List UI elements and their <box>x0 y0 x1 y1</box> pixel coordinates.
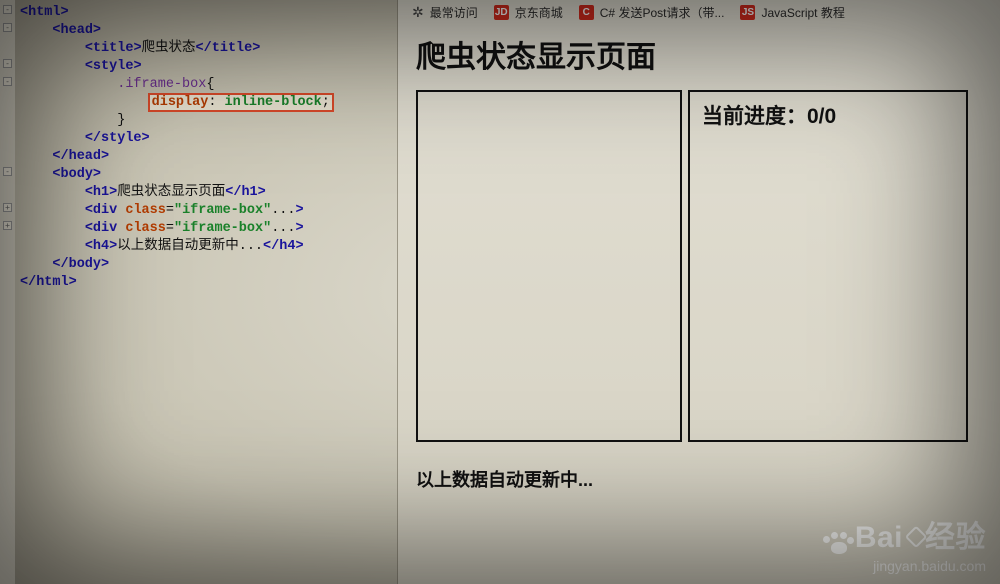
rendered-page-pane: ✲ 最常访问 JD 京东商城 C C# 发送Post请求（带... JS Jav… <box>398 0 1000 584</box>
title-text: 爬虫状态 <box>142 41 196 56</box>
most-visited-link[interactable]: 最常访问 <box>430 4 478 21</box>
bookmark-icon-js[interactable]: JS <box>740 5 755 20</box>
page-title: 爬虫状态显示页面 <box>416 32 982 76</box>
fold-marker[interactable]: + <box>3 203 12 212</box>
gear-icon[interactable]: ✲ <box>412 4 424 21</box>
fold-marker[interactable]: - <box>3 77 12 86</box>
fold-marker[interactable]: - <box>3 167 12 176</box>
bookmark-link[interactable]: JavaScript 教程 <box>761 4 844 21</box>
bookmarks-bar: ✲ 最常访问 JD 京东商城 C C# 发送Post请求（带... JS Jav… <box>398 0 1000 22</box>
bookmark-link[interactable]: C# 发送Post请求（带... <box>600 4 725 21</box>
progress-label: 当前进度： <box>702 105 807 128</box>
code-editor-pane: - - - - - + + <html> <head> <title>爬虫状态<… <box>0 0 398 584</box>
iframe-box-1 <box>416 90 682 442</box>
highlighted-css-line: display: inline-block; <box>150 95 332 110</box>
progress-value: 0/0 <box>807 105 836 128</box>
source-code[interactable]: <html> <head> <title>爬虫状态</title> <style… <box>2 4 397 292</box>
fold-marker[interactable]: - <box>3 23 12 32</box>
fold-marker[interactable]: - <box>3 5 12 14</box>
editor-gutter: - - - - - + + <box>0 0 15 584</box>
bookmark-link[interactable]: 京东商城 <box>515 4 563 21</box>
h4-text: 以上数据自动更新中... <box>117 239 263 254</box>
h1-text: 爬虫状态显示页面 <box>117 185 225 200</box>
page-content: 爬虫状态显示页面 当前进度：0/0 以上数据自动更新中... <box>398 22 1000 584</box>
bookmark-icon-jd[interactable]: JD <box>494 5 509 20</box>
update-text: 以上数据自动更新中... <box>416 466 982 492</box>
bookmark-icon-c[interactable]: C <box>579 5 594 20</box>
iframe-box-2: 当前进度：0/0 <box>688 90 968 442</box>
fold-marker[interactable]: + <box>3 221 12 230</box>
fold-marker[interactable]: - <box>3 59 12 68</box>
css-selector: iframe-box <box>125 77 206 92</box>
